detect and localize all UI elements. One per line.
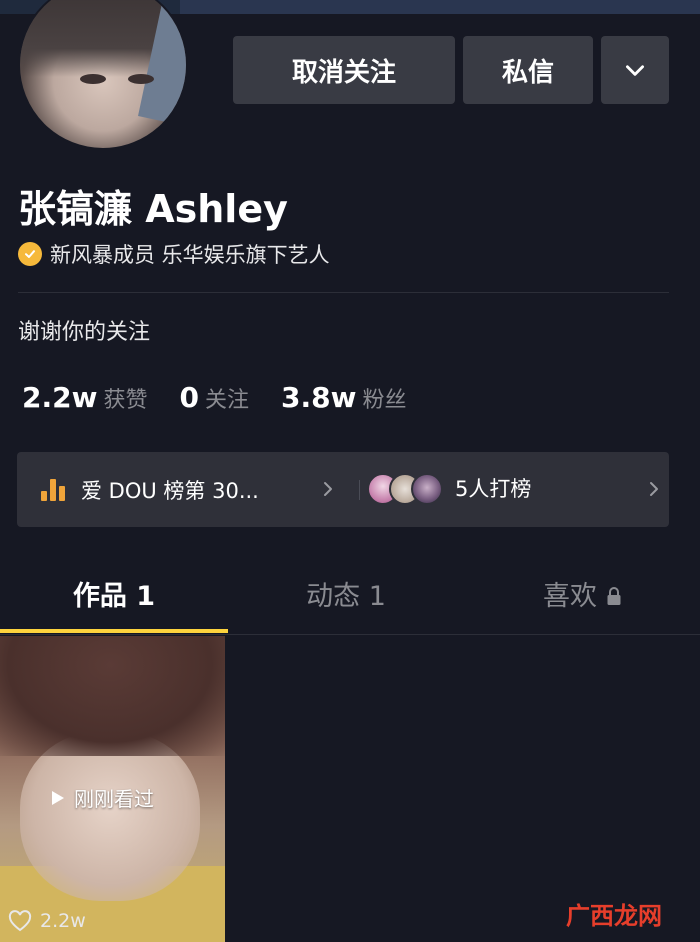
heart-icon <box>8 910 32 932</box>
tab-likes-label: 喜欢 <box>543 581 597 612</box>
chevron-down-icon <box>626 65 644 76</box>
content-tabs: 作品 1 动态 1 喜欢 <box>0 560 700 634</box>
stat-value: 0 <box>179 381 199 414</box>
avatar <box>411 473 443 505</box>
profile-name: 张镐濂 Ashley <box>18 187 288 231</box>
supporter-avatars[interactable] <box>367 473 457 507</box>
chevron-right-icon[interactable] <box>643 478 665 500</box>
stat-label: 获赞 <box>103 388 148 413</box>
supporters-text[interactable]: 5人打榜 <box>455 452 531 527</box>
divider <box>18 292 669 293</box>
recently-viewed-text: 刚刚看过 <box>74 787 154 811</box>
profile-page: { "header": { "unfollow_label": "取消关注", … <box>0 0 700 942</box>
separator <box>359 480 360 500</box>
lock-icon <box>607 587 621 605</box>
tab-likes[interactable]: 喜欢 <box>466 560 700 630</box>
watermark-text: 广西龙网 <box>566 901 662 930</box>
verification-text: 新风暴成员 乐华娱乐旗下艺人 <box>50 243 330 267</box>
rank-link[interactable]: 爱 DOU 榜第 30... <box>41 452 259 527</box>
tab-works[interactable]: 作品 1 <box>0 560 228 630</box>
verification-row: 新风暴成员 乐华娱乐旗下艺人 <box>18 239 330 269</box>
video-thumbnail[interactable]: 刚刚看过 2.2w <box>0 636 225 942</box>
stat-followers[interactable]: 3.8w 粉丝 <box>281 381 406 414</box>
stat-value: 2.2w <box>22 381 98 414</box>
idol-rank-card: 爱 DOU 榜第 30... 5人打榜 <box>17 452 669 527</box>
stat-following[interactable]: 0 关注 <box>179 381 249 414</box>
divider <box>0 634 700 635</box>
rank-text: 爱 DOU 榜第 30... <box>81 478 259 503</box>
more-options-button[interactable] <box>601 36 669 104</box>
verified-check-icon <box>18 242 42 266</box>
message-button[interactable]: 私信 <box>463 36 593 104</box>
profile-stats: 2.2w 获赞 0 关注 3.8w 粉丝 <box>22 381 438 421</box>
avatar[interactable] <box>18 0 188 150</box>
video-likes: 2.2w <box>8 910 86 932</box>
stat-label: 关注 <box>204 388 249 413</box>
stat-value: 3.8w <box>280 381 357 414</box>
unfollow-button[interactable]: 取消关注 <box>233 36 455 104</box>
chevron-right-icon[interactable] <box>317 478 339 500</box>
stat-likes[interactable]: 2.2w 获赞 <box>22 381 147 414</box>
active-tab-indicator <box>0 629 228 633</box>
video-likes-count: 2.2w <box>40 910 86 932</box>
recently-viewed-label: 刚刚看过 <box>48 783 154 812</box>
stat-label: 粉丝 <box>362 388 407 413</box>
tab-dynamic[interactable]: 动态 1 <box>232 560 460 630</box>
bio-text: 谢谢你的关注 <box>18 320 151 345</box>
play-icon <box>52 790 64 805</box>
bar-chart-icon <box>41 478 67 501</box>
watermark-logo: 广西龙网 <box>566 896 662 931</box>
